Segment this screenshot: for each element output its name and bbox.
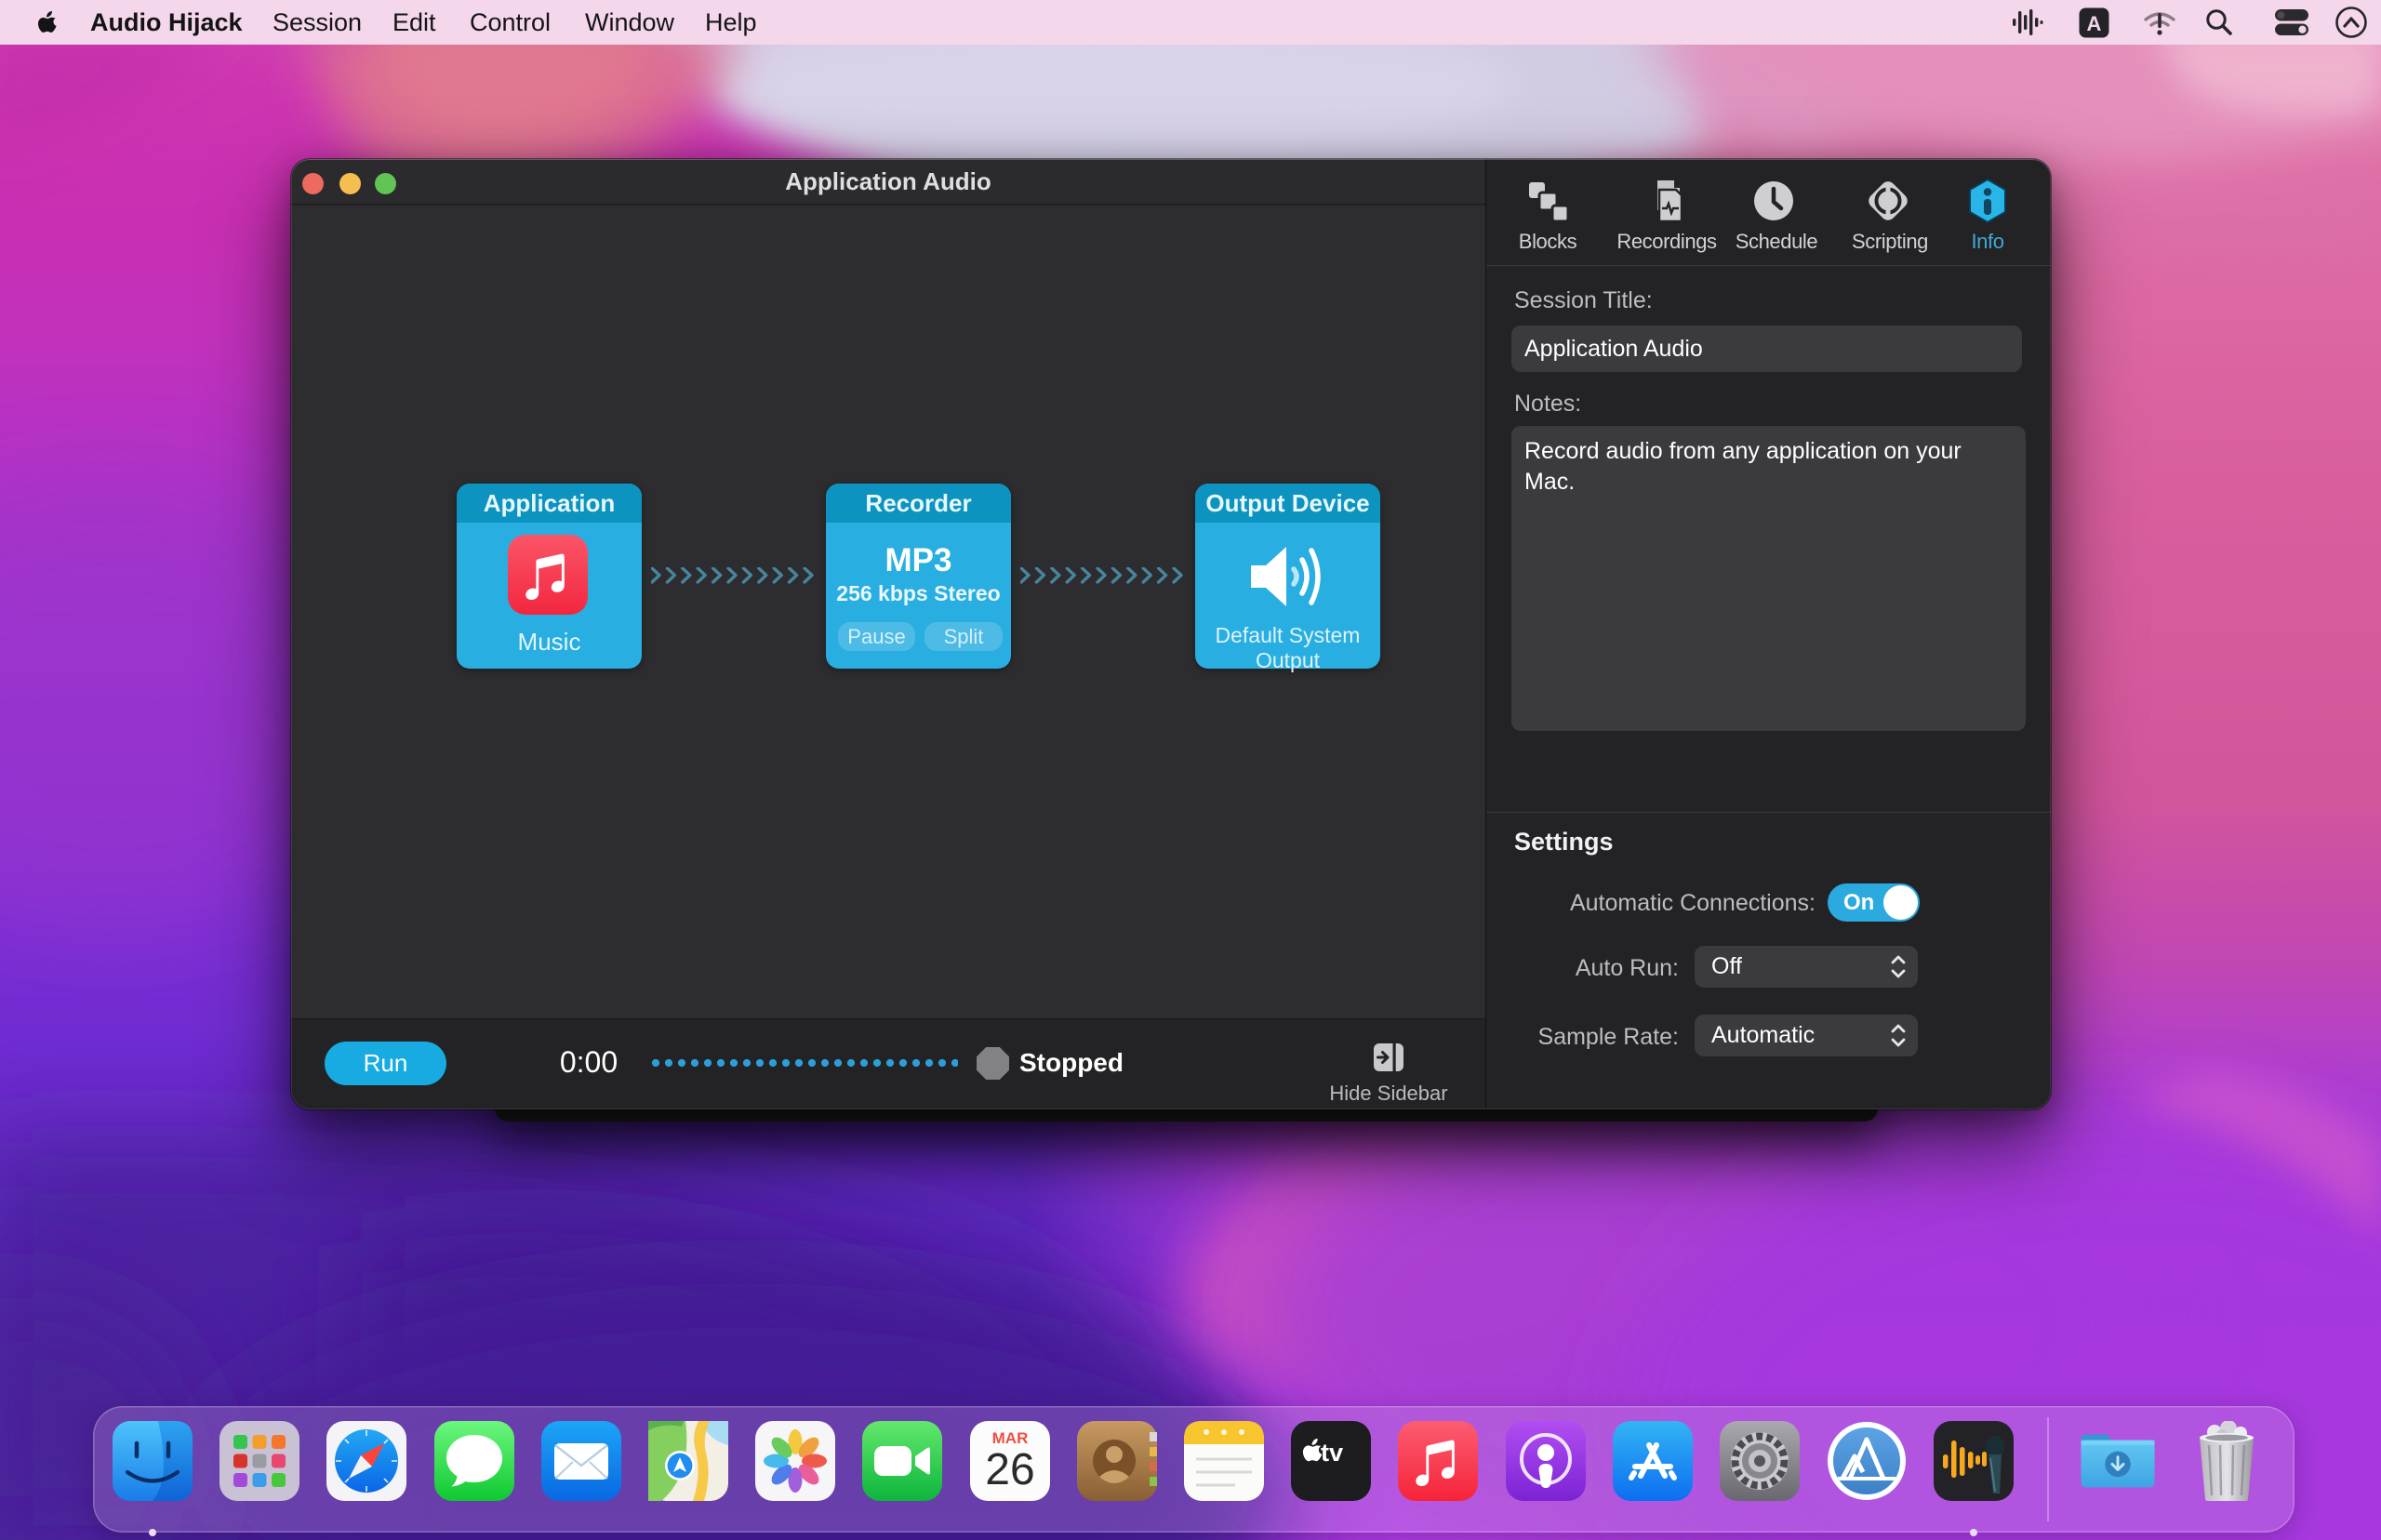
svg-text:26: 26	[985, 1445, 1034, 1494]
svg-text:A: A	[2087, 12, 2102, 35]
svg-text:tv: tv	[1321, 1438, 1343, 1467]
